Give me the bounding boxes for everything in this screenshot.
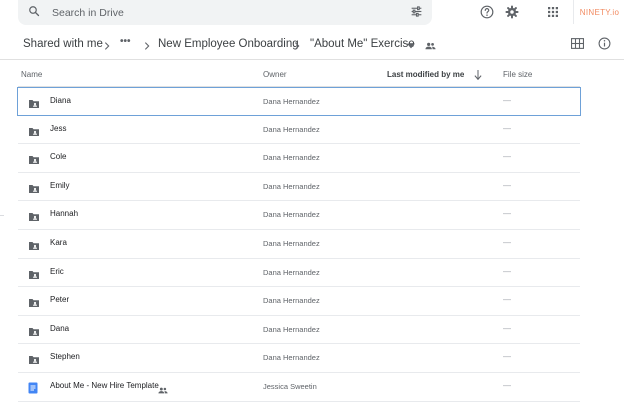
file-name: Kara [50,237,67,247]
chevron-right-icon [104,42,110,50]
file-row[interactable]: About Me - New Hire Template Jessica Swee… [18,373,580,402]
shared-people-icon [425,42,436,50]
shared-folder-icon [28,152,40,170]
column-headers: Name Owner Last modified by me File size [18,64,580,87]
file-owner: Dana Hernandez [263,153,320,163]
breadcrumb: Shared with me ••• New Employee Onboardi… [0,33,624,60]
search-input[interactable] [50,3,374,23]
column-last-modified[interactable]: Last modified by me [387,70,464,79]
breadcrumb-current-folder[interactable]: "About Me" Exercise [310,38,415,50]
sort-arrow-down-icon[interactable] [474,70,482,80]
file-size: — [503,180,511,190]
file-row[interactable]: Eric Dana Hernandez — [18,259,580,288]
chevron-right-icon [294,42,300,50]
shared-folder-icon [28,352,40,370]
file-name: Peter [50,295,70,305]
search-bar[interactable] [18,0,432,25]
column-name[interactable]: Name [21,70,42,79]
file-owner: Dana Hernandez [263,267,320,277]
file-name: Jess [50,123,67,133]
file-size: — [503,352,511,362]
file-owner: Dana Hernandez [263,97,320,106]
breadcrumb-more-button[interactable]: ••• [120,36,131,47]
file-owner: Dana Hernandez [263,181,320,191]
chevron-right-icon [144,42,150,50]
file-owner: Dana Hernandez [263,210,320,220]
file-row[interactable]: Emily Dana Hernandez — [18,173,580,202]
grid-view-icon[interactable] [571,38,584,49]
shared-folder-icon [28,324,40,342]
shared-folder-icon [28,209,40,227]
dropdown-arrow-icon[interactable] [407,43,415,49]
file-size: — [503,266,511,276]
company-logo: NINETY.io [573,0,624,24]
search-options-icon[interactable] [410,5,423,18]
file-size: — [503,209,511,219]
shared-folder-icon [28,295,40,313]
file-owner: Dana Hernandez [263,296,320,306]
file-row[interactable]: Peter Dana Hernandez — [18,287,580,316]
file-name: About Me - New Hire Template [50,380,159,390]
file-size: — [503,96,511,105]
breadcrumb-new-employee-onboarding[interactable]: New Employee Onboarding [158,38,299,50]
shared-people-icon [158,381,168,399]
top-bar: NINETY.io [0,0,624,30]
file-name: Dana [50,323,70,333]
file-size: — [503,123,511,133]
file-size: — [503,237,511,247]
file-row[interactable]: Hannah Dana Hernandez — [18,201,580,230]
file-row[interactable]: Diana Dana Hernandez — [17,87,581,116]
file-owner: Dana Hernandez [263,124,320,134]
file-name: Cole [50,152,67,162]
breadcrumb-shared-with-me[interactable]: Shared with me [23,38,103,50]
file-list: Diana Dana Hernandez — Jess Dana Hernandez — C… [17,87,581,402]
file-owner: Jessica Sweetin [263,381,317,391]
settings-icon[interactable] [505,5,519,19]
file-size: — [503,152,511,162]
file-row[interactable]: Stephen Dana Hernandez — [18,344,580,373]
file-size: — [503,323,511,333]
apps-icon[interactable] [547,6,559,18]
file-name: Stephen [50,352,80,362]
file-row[interactable]: Kara Dana Hernandez — [18,230,580,259]
file-name: Emily [50,180,70,190]
file-name: Eric [50,266,64,276]
column-owner[interactable]: Owner [263,70,287,79]
info-icon[interactable] [598,37,611,50]
file-row[interactable]: Dana Dana Hernandez — [18,316,580,345]
file-name: Hannah [50,209,79,219]
search-icon[interactable] [28,5,40,17]
file-row[interactable]: Jess Dana Hernandez — [18,116,580,145]
file-owner: Dana Hernandez [263,324,320,334]
shared-folder-icon [28,181,40,199]
file-owner: Dana Hernandez [263,353,320,363]
doc-icon [28,381,38,399]
shared-folder-icon [28,238,40,256]
file-row[interactable]: Cole Dana Hernandez — [18,144,580,173]
file-name: Diana [50,96,71,105]
file-owner: Dana Hernandez [263,238,320,248]
shared-folder-icon [28,96,40,114]
file-size: — [503,295,511,305]
file-size: — [503,380,511,390]
shared-folder-icon [28,267,40,285]
divider [0,215,4,216]
column-file-size[interactable]: File size [503,70,532,79]
shared-folder-icon [28,124,40,142]
help-icon[interactable] [480,5,494,19]
